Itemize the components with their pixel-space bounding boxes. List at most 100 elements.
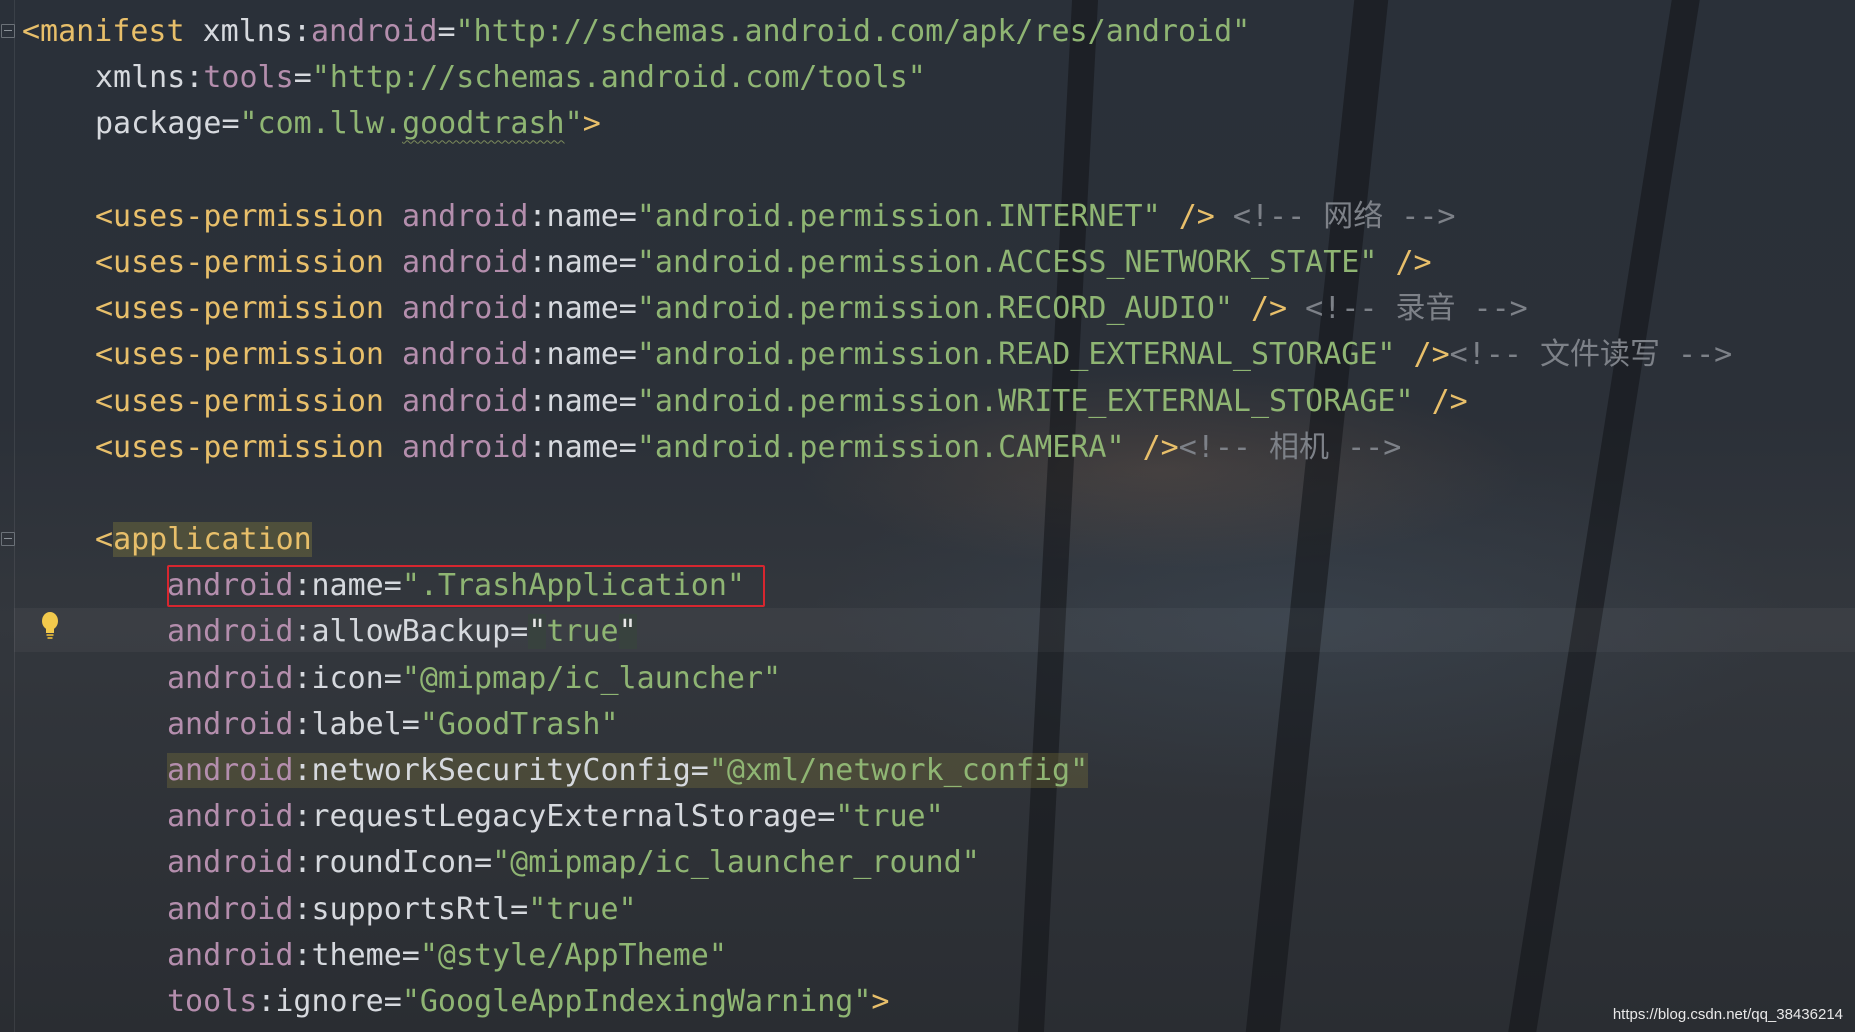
code-token: android	[402, 291, 529, 327]
code-line[interactable]: android:theme="@style/AppTheme"	[0, 933, 1732, 979]
code-token: xmlns	[202, 14, 293, 49]
code-editor[interactable]: <manifest xmlns:android="http://schemas.…	[0, 9, 1732, 1025]
code-token: goodtrash	[402, 106, 565, 142]
code-token: :icon=	[293, 660, 402, 696]
code-token: <uses-permission	[95, 383, 403, 419]
highlight-box-trash-application	[167, 565, 765, 607]
code-token: />	[1395, 337, 1450, 373]
code-token: :theme=	[293, 937, 420, 973]
code-line[interactable]	[0, 471, 1732, 517]
code-token: :ignore=	[257, 983, 402, 1019]
code-token: "android.permission.INTERNET"	[636, 198, 1161, 234]
code-token: android	[402, 383, 529, 419]
code-token: android	[402, 198, 529, 234]
code-token: "android.permission.WRITE_EXTERNAL_STORA…	[636, 383, 1414, 419]
code-token: <uses-permission	[95, 337, 403, 373]
code-token: "	[528, 614, 547, 650]
code-token: :label=	[293, 706, 420, 742]
code-token: "http://schemas.android.com/tools"	[311, 60, 926, 96]
code-token: :requestLegacyExternalStorage=	[293, 799, 836, 835]
code-line[interactable]: android:label="GoodTrash"	[0, 702, 1732, 748]
code-token: "GoogleAppIndexingWarning"	[401, 983, 872, 1019]
code-line[interactable]: android:networkSecurityConfig="@xml/netw…	[0, 748, 1732, 794]
code-token: <!-- 相机 -->	[1178, 429, 1402, 465]
code-token: "@mipmap/ic_launcher_round"	[492, 845, 980, 881]
code-token: android	[167, 706, 294, 742]
code-token: <	[95, 522, 114, 558]
code-token: =	[437, 14, 456, 49]
code-token: "@xml/network_config"	[708, 753, 1089, 788]
code-token: <!-- 文件读写 -->	[1449, 337, 1733, 373]
code-token: true	[546, 614, 619, 650]
code-token: <uses-permission	[95, 429, 403, 465]
code-token: >	[582, 106, 601, 142]
code-token: "@mipmap/ic_launcher"	[401, 660, 782, 696]
code-token: :name=	[528, 383, 637, 419]
code-token: xmlns	[95, 60, 186, 96]
code-token: :allowBackup=	[293, 614, 529, 650]
code-token: "com.llw.	[239, 106, 403, 142]
code-token: "android.permission.READ_EXTERNAL_STORAG…	[636, 337, 1396, 373]
code-line[interactable]: <uses-permission android:name="android.p…	[0, 194, 1732, 240]
code-token: android	[167, 614, 294, 650]
code-token: "android.permission.ACCESS_NETWORK_STATE…	[636, 244, 1378, 280]
code-token: :supportsRtl=	[293, 891, 529, 927]
code-token: android	[167, 753, 294, 788]
code-line[interactable]: <application	[0, 517, 1732, 563]
code-token: :name=	[528, 291, 637, 327]
code-line[interactable]: android:icon="@mipmap/ic_launcher"	[0, 656, 1732, 702]
code-token: android	[167, 799, 294, 835]
code-token: "android.permission.RECORD_AUDIO"	[636, 291, 1233, 327]
code-token: <manifest	[22, 14, 203, 49]
code-token: />	[1232, 291, 1288, 327]
code-token: :roundIcon=	[293, 845, 493, 881]
code-token: "true"	[835, 799, 944, 835]
code-token: "true"	[528, 891, 637, 927]
code-token: android	[167, 845, 294, 881]
code-line[interactable]: package="com.llw.goodtrash">	[0, 101, 1732, 147]
code-token: tools	[167, 983, 258, 1019]
code-line[interactable]: <uses-permission android:name="android.p…	[0, 332, 1732, 378]
code-token: "@style/AppTheme"	[419, 937, 727, 973]
code-token: <!-- 网络 -->	[1214, 198, 1456, 234]
code-token: :networkSecurityConfig=	[293, 753, 709, 788]
code-line[interactable]: tools:ignore="GoogleAppIndexingWarning">	[0, 979, 1732, 1025]
code-line[interactable]: android:requestLegacyExternalStorage="tr…	[0, 794, 1732, 840]
code-token: />	[1413, 383, 1468, 419]
code-line[interactable]: android:supportsRtl="true"	[0, 887, 1732, 933]
watermark-url: https://blog.csdn.net/qq_38436214	[1612, 1006, 1843, 1023]
code-token: package	[95, 106, 222, 142]
code-token: android	[402, 337, 529, 373]
code-line[interactable]: <uses-permission android:name="android.p…	[0, 425, 1732, 471]
code-token: android	[167, 660, 294, 696]
code-token: =	[221, 106, 240, 142]
code-token: :name=	[528, 244, 637, 280]
code-token: />	[1160, 198, 1215, 234]
code-token: "android.permission.CAMERA"	[636, 429, 1125, 465]
code-token: :name=	[528, 429, 637, 465]
code-line[interactable]: android:allowBackup="true"	[0, 609, 1732, 655]
code-token: android	[311, 14, 438, 49]
code-token: />	[1124, 429, 1179, 465]
code-token: >	[871, 983, 890, 1019]
code-line[interactable]: <manifest xmlns:android="http://schemas.…	[0, 9, 1732, 55]
code-line[interactable]: <uses-permission android:name="android.p…	[0, 286, 1732, 332]
code-token: :name=	[528, 198, 637, 234]
code-token: <!-- 录音 -->	[1287, 291, 1528, 327]
code-token: "	[564, 106, 583, 142]
code-token: tools	[203, 60, 294, 96]
code-line[interactable]: android:roundIcon="@mipmap/ic_launcher_r…	[0, 840, 1732, 886]
code-token: <uses-permission	[95, 244, 403, 280]
code-token: android	[167, 891, 294, 927]
code-token: "GoodTrash"	[419, 706, 619, 742]
code-token: <uses-permission	[95, 291, 403, 327]
code-token: :	[292, 14, 311, 49]
code-token: "	[618, 614, 637, 650]
code-line[interactable]: <uses-permission android:name="android.p…	[0, 240, 1732, 286]
code-token: android	[167, 937, 294, 973]
code-token: :	[185, 60, 204, 96]
code-line[interactable]	[0, 148, 1732, 194]
code-line[interactable]: xmlns:tools="http://schemas.android.com/…	[0, 55, 1732, 101]
code-line[interactable]: <uses-permission android:name="android.p…	[0, 379, 1732, 425]
code-token: android	[402, 429, 529, 465]
